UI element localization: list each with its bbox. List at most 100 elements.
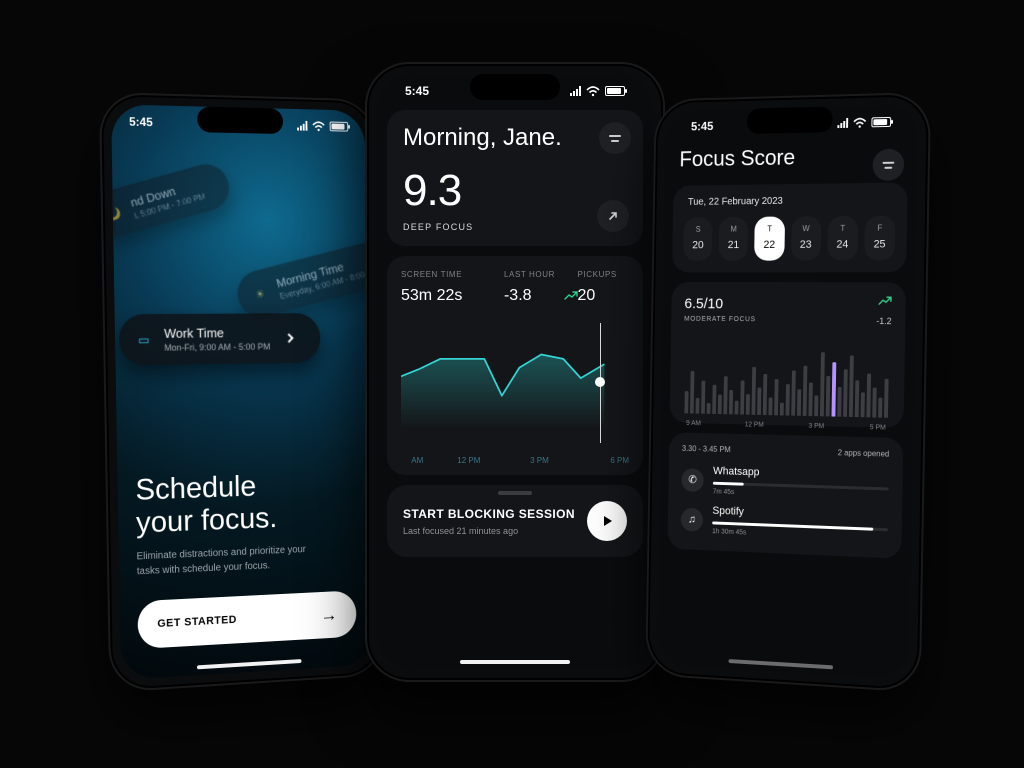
bar [797,389,801,415]
screen: 5:45 Focus Score Tue, 22 February 2023 S… [656,104,919,680]
value-screen-time: 53m 22s [401,287,504,305]
bar-x-labels: 9 AM 12 PM 3 PM 5 PM [682,420,889,432]
bar [786,384,790,415]
bar [690,371,694,414]
greeting-card: Morning, Jane. 9.3 DEEP FOCUS [387,110,643,246]
chart-cursor-dot[interactable] [595,377,605,387]
bar [774,379,778,416]
trend-up-icon [564,291,578,301]
arrow-right-icon: → [321,614,338,615]
bar [820,352,825,416]
bar [884,379,889,418]
metrics-card: SCREEN TIME LAST HOUR PICKUPS 53m 22s -3… [387,256,643,475]
status-time: 5:45 [691,119,713,133]
app-usage-time: 7m 45s [713,489,889,502]
bar [791,371,796,416]
arrow-up-right-icon [607,210,619,222]
schedule-pill-wind-down[interactable]: 🌙 nd Down i, 5:00 PM - 7:00 PM [111,159,235,242]
home-indicator[interactable] [729,659,834,669]
notch [470,74,560,100]
day-20[interactable]: S 20 [683,217,713,261]
blocking-session-card[interactable]: START BLOCKING SESSION Last focused 21 m… [387,485,643,557]
session-title: START BLOCKING SESSION [403,507,575,521]
battery-icon [330,122,349,132]
xlabel: 5 PM [870,424,886,431]
bar [684,391,688,414]
greeting-text: Morning, Jane. [403,124,627,152]
status-indicators [570,86,625,97]
day-24[interactable]: T24 [827,216,858,261]
bar [751,366,756,414]
bar [735,400,739,414]
app-icon: ♫ [681,507,704,531]
bar [843,370,848,417]
bar [763,373,767,415]
app-icon: ✆ [681,468,704,492]
wifi-icon [586,86,600,97]
xlabel: 3 PM [504,456,575,465]
day-number: 23 [791,239,821,251]
schedule-pill-work[interactable]: ▭ Work Time Mon-Fri, 9:00 AM - 5:00 PM [119,313,321,365]
app-name: Spotify [712,505,888,523]
chart-x-labels: AM 12 PM 3 PM 6 PM [401,456,629,465]
moon-icon: 🌙 [111,201,127,226]
bar [701,381,705,414]
app-row[interactable]: ♫ Spotify 1h 30m 45s [681,504,889,542]
app-usage-time: 1h 30m 45s [712,528,888,542]
day-25[interactable]: F25 [864,216,895,261]
xlabel: 9 AM [686,420,701,427]
bar [746,394,750,415]
hero: Scheduleyour focus. Eliminate distractio… [135,467,355,579]
bar [849,356,854,417]
day-22[interactable]: T22 [754,217,784,261]
play-icon [600,514,614,528]
day-letter: S [684,225,713,234]
briefcase-icon: ▭ [133,329,155,351]
xlabel: 12 PM [434,456,505,465]
header-last-hour: LAST HOUR [504,270,578,279]
notch [747,106,833,134]
day-number: 24 [827,239,857,251]
bar [878,398,882,418]
bar [808,383,812,416]
xlabel: AM [401,456,434,465]
focus-score-card: 6.5/10 MODERATE FOCUS -1.2 9 AM 12 PM 3 … [670,282,906,428]
status-indicators [297,120,348,132]
expand-button[interactable] [597,200,629,232]
screen: 5:45 Morning, Jane. 9.3 DEEP FOCUS SCREE… [377,74,653,670]
day-21[interactable]: M21 [719,217,749,261]
menu-button[interactable] [872,149,904,181]
bar [837,387,841,417]
home-indicator[interactable] [197,659,302,669]
header-screen-time: SCREEN TIME [401,270,504,279]
pill-title: Work Time [164,325,270,341]
app-row[interactable]: ✆ Whatsapp 7m 45s [681,464,889,501]
cellular-icon [297,121,307,131]
play-button[interactable] [587,501,627,541]
day-number: 20 [683,239,712,251]
bar [712,385,716,414]
pill-subtitle: Mon-Fri, 9:00 AM - 5:00 PM [164,342,270,353]
bar [831,362,836,416]
trend-up-icon [878,296,892,309]
bar [740,380,744,415]
day-23[interactable]: W 23 [791,216,822,260]
screen-time-chart[interactable]: AM 12 PM 3 PM 6 PM [401,315,629,465]
session-subtitle: Last focused 21 minutes ago [403,526,575,536]
battery-icon [871,117,891,127]
focus-bar-chart[interactable]: 9 AM 12 PM 3 PM 5 PM [683,336,892,418]
schedule-pill-morning[interactable]: ☀︎ Morning Time Everyday, 6:00 AM - 8:00 [232,238,373,322]
drag-handle[interactable] [498,491,532,495]
battery-icon [605,86,625,96]
menu-button[interactable] [599,122,631,154]
apps-header: 3.30 - 3.45 PM 2 apps opened [682,444,889,459]
cta-label: GET STARTED [157,614,237,630]
header-pickups: PICKUPS [578,270,629,279]
get-started-button[interactable]: GET STARTED → [137,590,356,649]
cellular-icon [837,118,848,128]
home-indicator[interactable] [460,660,570,664]
day-letter: W [791,224,821,233]
app-name: Whatsapp [713,465,889,482]
xlabel: 3 PM [808,423,824,430]
apps-header-count: 2 apps opened [838,448,890,458]
